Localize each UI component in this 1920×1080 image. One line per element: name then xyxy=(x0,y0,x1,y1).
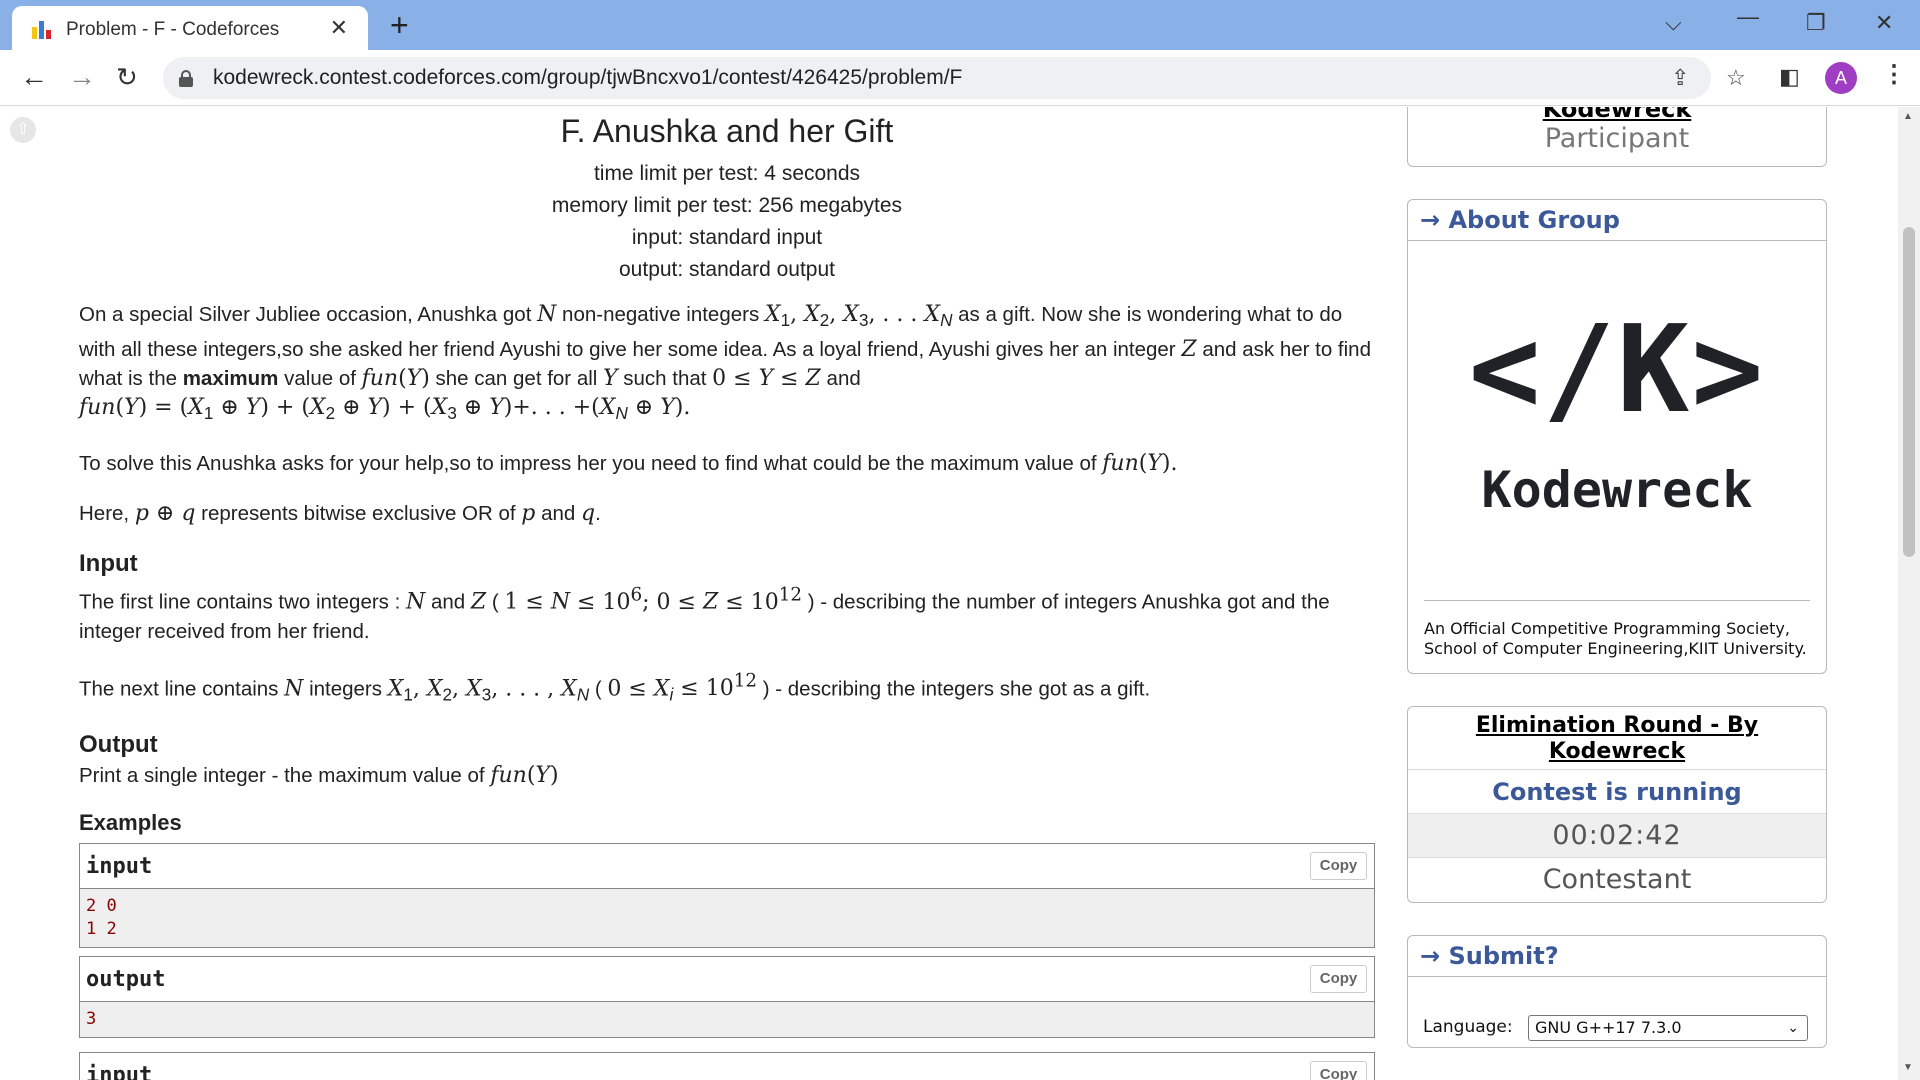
legend-paragraph: Here, p ⊕ q represents bitwise exclusive… xyxy=(79,501,601,527)
contest-status: Contest is running xyxy=(1408,770,1826,814)
sample-input: input Copy 2 0 1 2 xyxy=(79,842,1375,948)
side-panel-icon[interactable]: ◧ xyxy=(1779,64,1800,90)
close-window-button[interactable]: ✕ xyxy=(1875,10,1893,36)
lock-icon[interactable] xyxy=(179,70,193,87)
scroll-thumb[interactable] xyxy=(1903,227,1915,557)
about-group-caption: → About Group xyxy=(1408,200,1826,241)
browser-menu-icon[interactable]: ⋮ xyxy=(1882,60,1906,89)
sample-output: output Copy 3 xyxy=(79,955,1375,1038)
participant-role: Participant xyxy=(1544,123,1690,154)
copy-button[interactable]: Copy xyxy=(1310,964,1367,993)
output-file: output: standard output xyxy=(619,258,835,281)
browser-tab[interactable]: Problem - F - Codeforces ✕ xyxy=(12,6,368,50)
examples-heading: Examples xyxy=(79,809,182,835)
output-spec: Print a single integer - the maximum val… xyxy=(79,762,559,788)
problem-statement: F. Anushka and her Gift time limit per t… xyxy=(79,107,1375,1080)
copy-button[interactable]: Copy xyxy=(1310,1060,1367,1080)
problem-title: F. Anushka and her Gift xyxy=(560,113,894,149)
time-limit: time limit per test: 4 seconds xyxy=(593,162,861,185)
minimize-button[interactable]: — xyxy=(1737,4,1759,30)
about-description: An Official Competitive Programming Soci… xyxy=(1424,619,1807,658)
tab-search-icon[interactable]: ⌵ xyxy=(1665,10,1682,36)
sample-input: input Copy xyxy=(79,1051,1375,1080)
input-file: input: standard input xyxy=(631,226,823,249)
sample-label: input xyxy=(86,1062,153,1080)
back-button[interactable]: ← xyxy=(20,62,48,92)
logo-mark: </K> xyxy=(1468,301,1766,440)
url-text[interactable]: kodewreck.contest.codeforces.com/group/t… xyxy=(213,66,962,90)
group-box: Kodewreck Participant xyxy=(1407,107,1827,167)
logo-text: Kodewreck xyxy=(1481,461,1753,519)
scroll-down-icon[interactable]: ▼ xyxy=(1903,1062,1913,1073)
sample-content[interactable]: 2 0 1 2 xyxy=(80,888,1374,947)
sample-label: input xyxy=(86,853,153,879)
new-tab-button[interactable]: + xyxy=(390,8,409,42)
input-heading: Input xyxy=(79,550,138,578)
contest-box: Elimination Round - By Kodewreck Contest… xyxy=(1407,706,1827,903)
page-viewport: ⇧ F. Anushka and her Gift time limit per… xyxy=(0,107,1898,1080)
about-group-box: → About Group </K> Kodewreck An Official… xyxy=(1407,199,1827,674)
profile-avatar[interactable]: A xyxy=(1825,62,1857,94)
tab-strip: Problem - F - Codeforces ✕ + ⌵ — ❐ ✕ xyxy=(0,0,1920,50)
tab-title: Problem - F - Codeforces xyxy=(66,19,280,40)
chevron-down-icon: ⌄ xyxy=(1787,1020,1799,1036)
memory-limit: memory limit per test: 256 megabytes xyxy=(551,194,903,217)
reload-button[interactable]: ↻ xyxy=(116,62,138,92)
share-icon[interactable]: ⇪ xyxy=(1671,65,1689,91)
browser-toolbar: ← → ↻ kodewreck.contest.codeforces.com/g… xyxy=(0,50,1920,106)
contest-role: Contestant xyxy=(1542,864,1692,895)
copy-button[interactable]: Copy xyxy=(1310,851,1367,880)
page-scrollbar[interactable]: ▲ ▼ xyxy=(1898,107,1920,1080)
input-spec: The next line contains N integers X1, X2… xyxy=(79,670,1151,704)
legend-paragraph: On a special Silver Jubliee occasion, An… xyxy=(79,302,1371,424)
tab-close-icon[interactable]: ✕ xyxy=(330,15,348,41)
scroll-up-icon[interactable]: ▲ xyxy=(1903,111,1913,122)
sample-content[interactable]: 3 xyxy=(80,1001,1374,1037)
codeforces-favicon-icon xyxy=(32,21,54,39)
sample-label: output xyxy=(86,966,166,992)
address-bar[interactable]: kodewreck.contest.codeforces.com/group/t… xyxy=(163,57,1746,99)
bookmark-star-icon[interactable]: ☆ xyxy=(1726,65,1746,91)
submit-caption[interactable]: → Submit? xyxy=(1408,936,1826,977)
sidebar: Kodewreck Participant → About Group </K>… xyxy=(1407,107,1827,1080)
legend-paragraph: To solve this Anushka asks for your help… xyxy=(79,451,1178,477)
contest-timer: 00:02:42 xyxy=(1408,814,1826,858)
language-label: Language: xyxy=(1423,1017,1513,1037)
restore-button[interactable]: ❐ xyxy=(1806,10,1826,36)
output-heading: Output xyxy=(79,730,158,758)
submit-box: → Submit? Language: GNU G++17 7.3.0 ⌄ xyxy=(1407,935,1827,1048)
scroll-top-icon[interactable]: ⇧ xyxy=(10,117,36,143)
language-select[interactable]: GNU G++17 7.3.0 ⌄ xyxy=(1528,1015,1808,1041)
contest-name-link[interactable]: Elimination Round - By Kodewreck xyxy=(1408,707,1826,770)
group-name-link[interactable]: Kodewreck xyxy=(1408,107,1826,123)
forward-button[interactable]: → xyxy=(68,62,96,92)
group-logo: </K> Kodewreck xyxy=(1424,241,1810,601)
input-spec: The first line contains two integers : N… xyxy=(79,584,1330,643)
legend: On a special Silver Jubliee occasion, An… xyxy=(79,300,1375,1080)
problem-limits: time limit per test: 4 seconds memory li… xyxy=(79,158,1375,286)
